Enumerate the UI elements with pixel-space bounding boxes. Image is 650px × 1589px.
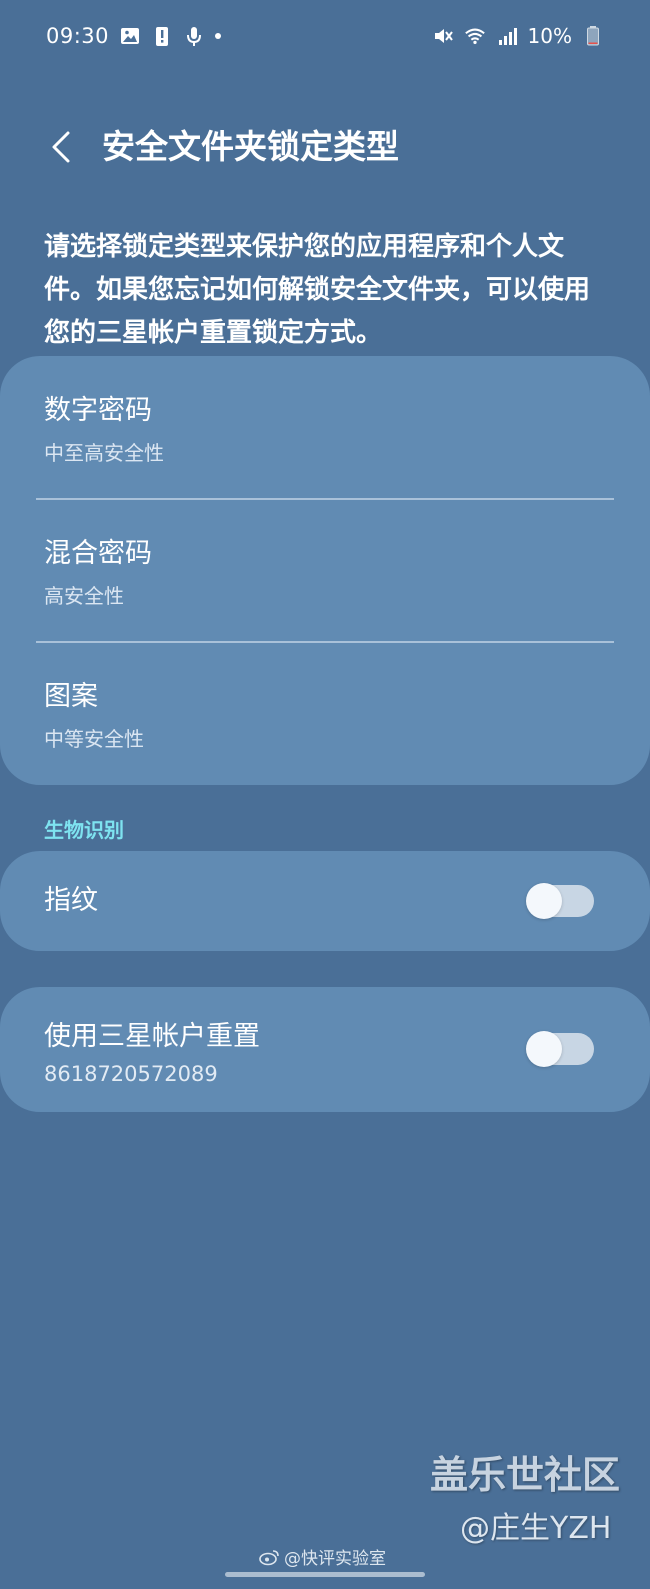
page-title: 安全文件夹锁定类型: [102, 127, 399, 166]
battery-icon: [582, 25, 604, 47]
section-header-biometrics: 生物识别: [44, 818, 124, 842]
status-right: 10%: [432, 24, 604, 48]
mute-icon: [432, 25, 454, 47]
lock-type-card: 数字密码 中至高安全性 混合密码 高安全性 图案 中等安全性: [0, 356, 650, 785]
status-time: 09:30: [46, 24, 110, 48]
alert-icon: [151, 25, 173, 47]
lock-option-subtitle: 中至高安全性: [44, 441, 164, 465]
lock-option-title: 混合密码: [44, 538, 152, 569]
microphone-icon: [183, 25, 205, 47]
navigation-handle[interactable]: [225, 1572, 425, 1577]
status-bar: 09:30 10%: [0, 0, 650, 72]
watermark-site: 盖乐世社区: [430, 1453, 621, 1497]
battery-percent: 10%: [527, 24, 572, 48]
fingerprint-row[interactable]: 指纹: [0, 851, 650, 951]
lock-option-password[interactable]: 混合密码 高安全性: [0, 499, 650, 642]
description-text: 请选择锁定类型来保护您的应用程序和个人文件。如果您忘记如何解锁安全文件夹，可以使…: [44, 232, 591, 348]
samsung-reset-label: 使用三星帐户重置: [44, 1021, 260, 1052]
lock-option-subtitle: 中等安全性: [44, 727, 144, 751]
watermark-user: @庄生YZH: [460, 1511, 612, 1546]
lock-option-pattern[interactable]: 图案 中等安全性: [0, 642, 650, 785]
lock-option-subtitle: 高安全性: [44, 584, 124, 608]
watermark-weibo-text: @快评实验室: [284, 1549, 386, 1569]
lock-option-title: 图案: [44, 681, 98, 712]
samsung-reset-toggle[interactable]: [526, 1031, 594, 1067]
wifi-icon: [464, 25, 486, 47]
gallery-icon: [119, 25, 141, 47]
weibo-icon: [259, 1549, 279, 1565]
header: 安全文件夹锁定类型: [0, 112, 650, 182]
samsung-reset-row[interactable]: 使用三星帐户重置 8618720572089: [0, 987, 650, 1112]
samsung-account-number: 8618720572089: [44, 1062, 218, 1086]
toggle-thumb: [526, 883, 562, 919]
dot-icon: [215, 33, 222, 39]
signal-icon: [496, 25, 518, 47]
fingerprint-toggle[interactable]: [526, 883, 594, 919]
lock-option-pin[interactable]: 数字密码 中至高安全性: [0, 356, 650, 499]
status-left: 09:30: [46, 24, 222, 48]
chevron-left-icon: [52, 131, 70, 163]
watermark-weibo: @快评实验室: [258, 1544, 386, 1569]
fingerprint-label: 指纹: [44, 885, 98, 916]
toggle-thumb: [526, 1031, 562, 1067]
back-button[interactable]: [36, 122, 86, 172]
lock-option-title: 数字密码: [44, 395, 152, 426]
